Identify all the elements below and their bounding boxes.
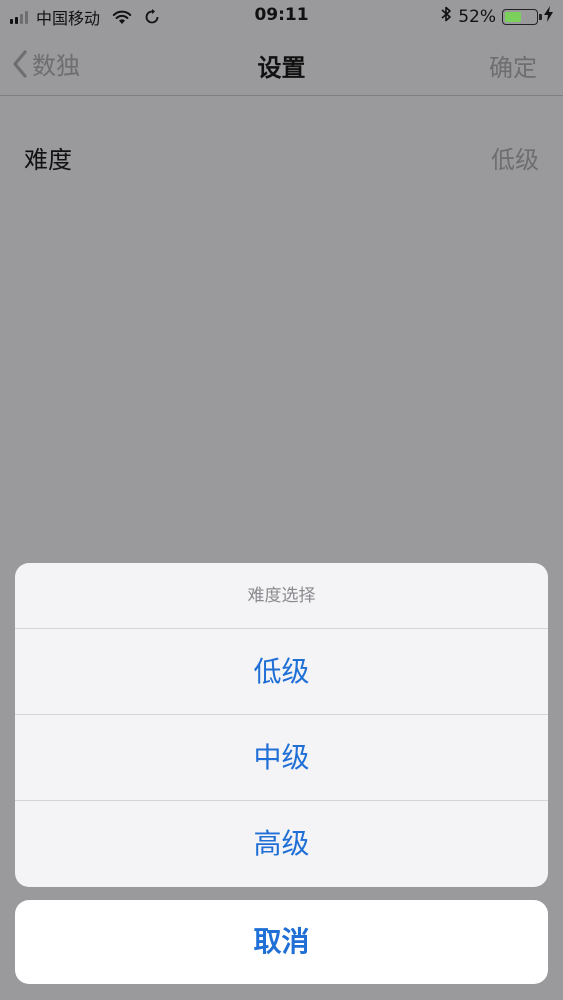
action-sheet-title: 难度选择 <box>15 563 548 629</box>
option-medium[interactable]: 中级 <box>15 715 548 801</box>
option-low[interactable]: 低级 <box>15 629 548 715</box>
option-high[interactable]: 高级 <box>15 801 548 887</box>
battery-percent: 52% <box>458 6 496 27</box>
status-bar-right: 52% <box>440 5 553 28</box>
page-title: 设置 <box>257 54 306 82</box>
status-bar: 中国移动 09:11 52% <box>0 0 563 32</box>
cancel-button[interactable]: 取消 <box>15 900 548 984</box>
bluetooth-icon <box>440 5 452 28</box>
charging-icon <box>544 6 553 27</box>
battery-fill <box>505 11 521 22</box>
difficulty-row[interactable]: 难度 低级 <box>0 120 563 192</box>
confirm-button[interactable]: 确定 <box>489 48 537 83</box>
battery-icon <box>502 8 542 25</box>
nav-bar: 数独 设置 确定 <box>0 32 563 96</box>
difficulty-action-sheet: 难度选择 低级 中级 高级 <box>15 563 548 887</box>
difficulty-value: 低级 <box>491 146 539 174</box>
difficulty-label: 难度 <box>24 146 72 174</box>
